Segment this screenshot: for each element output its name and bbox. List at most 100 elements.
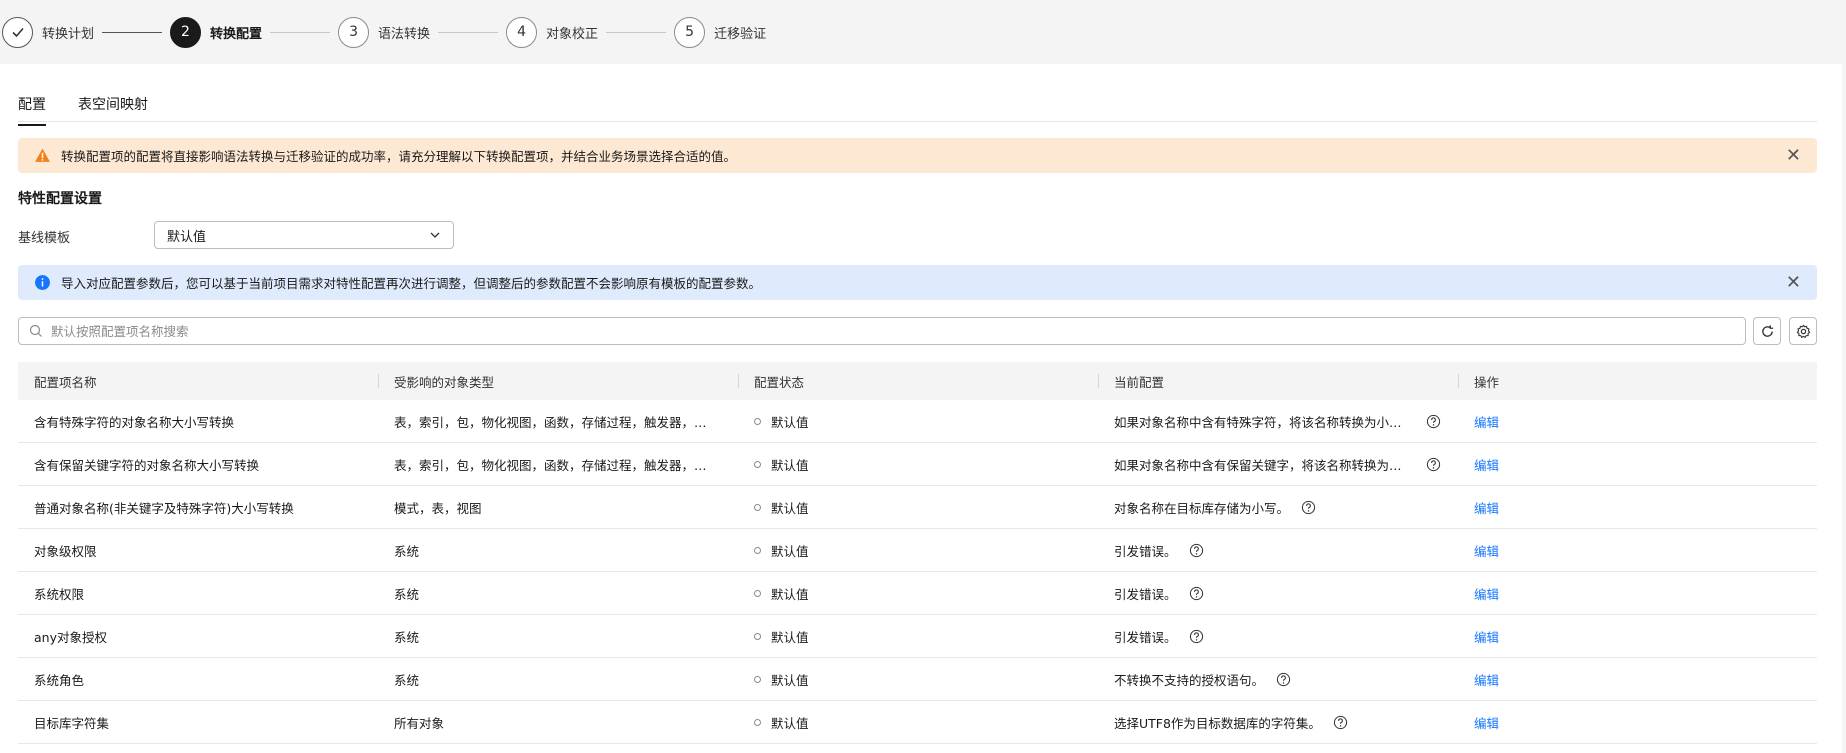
check-icon (2, 16, 33, 48)
edit-link[interactable]: 编辑 (1474, 627, 1499, 646)
status-dot-icon (754, 546, 761, 554)
row-action-cell: 编辑 (1458, 572, 1817, 614)
edit-link[interactable]: 编辑 (1474, 412, 1499, 431)
info-text: 导入对应配置参数后，您可以基于当前项目需求对特性配置再次进行调整，但调整后的参数… (61, 276, 762, 291)
table-row: 对象级权限 系统 默认值 引发错误。 编辑 (18, 529, 1817, 572)
edit-link[interactable]: 编辑 (1474, 584, 1499, 603)
search-icon (29, 324, 42, 337)
row-status: 默认值 (771, 672, 809, 688)
row-name: 普通对象名称(非关键字及特殊字符)大小写转换 (34, 500, 294, 516)
edit-link[interactable]: 编辑 (1474, 498, 1499, 517)
row-types-cell: 表，索引，包，物化视图，函数，存储过程，触发器，用户... (378, 443, 738, 485)
help-icon[interactable] (1301, 500, 1316, 515)
row-name: 含有保留关键字符的对象名称大小写转换 (34, 457, 260, 473)
step-verify[interactable]: 5 迁移验证 (674, 16, 766, 48)
status-dot-icon (754, 503, 761, 511)
settings-button[interactable] (1789, 317, 1817, 345)
config-table: 配置项名称 受影响的对象类型 配置状态 当前配置 操作 含有特殊字符的对象名称大… (18, 362, 1817, 744)
edit-link[interactable]: 编辑 (1474, 713, 1499, 732)
row-name: 系统权限 (34, 586, 85, 602)
help-icon[interactable] (1189, 543, 1204, 558)
status-dot-icon (754, 589, 761, 597)
edit-link[interactable]: 编辑 (1474, 455, 1499, 474)
help-icon[interactable] (1426, 457, 1441, 472)
table-header: 配置项名称 受影响的对象类型 配置状态 当前配置 操作 (18, 362, 1817, 400)
baseline-select[interactable]: 默认值 (154, 221, 454, 249)
column-header-actions: 操作 (1458, 362, 1817, 400)
column-header-name: 配置项名称 (34, 374, 97, 390)
step-label: 转换计划 (42, 26, 95, 42)
row-name: 对象级权限 (34, 543, 97, 559)
row-status: 默认值 (771, 457, 809, 473)
row-status-cell: 默认值 (738, 529, 1098, 571)
help-icon[interactable] (1189, 629, 1204, 644)
row-config: 对象名称在目标库存储为小写。 (1114, 500, 1290, 516)
row-status-cell: 默认值 (738, 615, 1098, 657)
step-number: 3 (338, 16, 370, 48)
row-types: 系统 (394, 586, 420, 602)
row-types: 模式，表，视图 (394, 500, 482, 516)
row-action-cell: 编辑 (1458, 400, 1817, 442)
edit-link[interactable]: 编辑 (1474, 670, 1499, 689)
row-name: 目标库字符集 (34, 715, 110, 731)
help-icon[interactable] (1333, 715, 1348, 730)
row-types: 表，索引，包，物化视图，函数，存储过程，触发器，用户... (394, 457, 719, 473)
edit-link[interactable]: 编辑 (1474, 541, 1499, 560)
row-action-cell: 编辑 (1458, 529, 1817, 571)
step-plan[interactable]: 转换计划 (2, 16, 95, 48)
row-status-cell: 默认值 (738, 486, 1098, 528)
help-icon[interactable] (1189, 586, 1204, 601)
close-icon[interactable]: ✕ (1786, 146, 1801, 165)
row-action-cell: 编辑 (1458, 615, 1817, 657)
step-config[interactable]: 2 转换配置 (170, 16, 263, 48)
row-action-cell: 编辑 (1458, 486, 1817, 528)
step-label: 转换配置 (210, 26, 263, 42)
row-status-cell: 默认值 (738, 443, 1098, 485)
row-types-cell: 模式，表，视图 (378, 486, 738, 528)
step-connector (102, 31, 163, 33)
step-syntax[interactable]: 3 语法转换 (338, 16, 431, 48)
status-dot-icon (754, 632, 761, 640)
step-number: 2 (170, 16, 202, 48)
row-config-cell: 选择UTF8作为目标数据库的字符集。 (1098, 701, 1458, 743)
row-types-cell: 系统 (378, 615, 738, 657)
row-types-cell: 系统 (378, 572, 738, 614)
table-row: 含有保留关键字符的对象名称大小写转换 表，索引，包，物化视图，函数，存储过程，触… (18, 443, 1817, 486)
row-action-cell: 编辑 (1458, 701, 1817, 743)
row-name: 系统角色 (34, 672, 85, 688)
table-row: any对象授权 系统 默认值 引发错误。 编辑 (18, 615, 1817, 658)
status-dot-icon (754, 675, 761, 683)
row-status: 默认值 (771, 629, 809, 645)
row-types-cell: 表，索引，包，物化视图，函数，存储过程，触发器，用户... (378, 400, 738, 442)
row-types: 所有对象 (394, 715, 445, 731)
row-config-cell: 引发错误。 (1098, 529, 1458, 571)
search-input[interactable] (51, 323, 1735, 339)
config-panel: 配置 表空间映射 转换配置项的配置将直接影响语法转换与迁移验证的成功率，请充分理… (0, 64, 1842, 753)
row-config-cell: 不转换不支持的授权语句。 (1098, 658, 1458, 700)
step-object-fix[interactable]: 4 对象校正 (506, 16, 598, 48)
close-icon[interactable]: ✕ (1786, 273, 1801, 292)
row-status-cell: 默认值 (738, 701, 1098, 743)
row-config-cell: 如果对象名称中含有保留关键字，将该名称转换为小写... (1098, 443, 1458, 485)
chevron-down-icon (430, 232, 440, 238)
row-config: 如果对象名称中含有特殊字符，将该名称转换为小写字... (1114, 414, 1414, 430)
row-config-cell: 引发错误。 (1098, 572, 1458, 614)
row-status: 默认值 (771, 414, 809, 430)
table-row: 系统角色 系统 默认值 不转换不支持的授权语句。 编辑 (18, 658, 1817, 701)
step-label: 语法转换 (378, 26, 431, 42)
step-number: 4 (506, 16, 538, 48)
warning-icon (35, 148, 50, 162)
refresh-icon (1761, 324, 1773, 337)
info-alert: 导入对应配置参数后，您可以基于当前项目需求对特性配置再次进行调整，但调整后的参数… (18, 265, 1817, 300)
row-config: 引发错误。 (1114, 543, 1177, 559)
step-connector (270, 31, 331, 33)
row-config: 选择UTF8作为目标数据库的字符集。 (1114, 715, 1321, 731)
row-types-cell: 系统 (378, 658, 738, 700)
refresh-button[interactable] (1753, 317, 1781, 345)
row-config-cell: 对象名称在目标库存储为小写。 (1098, 486, 1458, 528)
row-status: 默认值 (771, 586, 809, 602)
row-types-cell: 所有对象 (378, 701, 738, 743)
table-row: 目标库字符集 所有对象 默认值 选择UTF8作为目标数据库的字符集。 编辑 (18, 701, 1817, 744)
help-icon[interactable] (1426, 414, 1441, 429)
help-icon[interactable] (1276, 672, 1291, 687)
